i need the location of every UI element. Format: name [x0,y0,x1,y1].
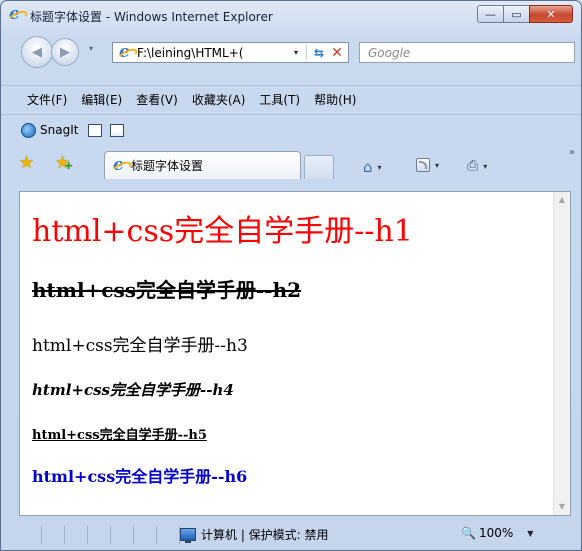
favorites-star-icon[interactable]: ★ [19,153,34,173]
print-button[interactable]: ⎙ ▾ [467,158,487,174]
feeds-button[interactable]: ▾ [416,158,439,172]
search-input[interactable]: Google [368,46,410,60]
status-bar: 计算机 | 保护模式: 禁用 🔍 100% ▼ [1,520,581,550]
scroll-down-icon[interactable]: ▼ [554,499,570,515]
chevron-down-icon[interactable]: ▾ [435,161,439,170]
minimize-button[interactable]: — [477,5,504,23]
address-row: ◀ ▶ ▾ F:\leining\HTML+( ▾ ⇆ ✕ Google [1,35,581,69]
page-icon [119,42,133,62]
title-bar: 标题字体设置 - Windows Internet Explorer — ▭ ✕ [1,1,581,31]
divider [1,85,581,86]
heading-h6: html+css完全自学手册--h6 [32,467,248,486]
scroll-up-icon[interactable]: ▲ [554,192,570,208]
zoom-level: 100% [478,526,514,540]
address-dropdown-icon[interactable]: ▾ [289,48,303,57]
menu-file[interactable]: 文件(F) [21,91,74,108]
back-button[interactable]: ◀ [21,36,53,68]
status-cell [88,526,111,544]
close-button[interactable]: ✕ [529,5,573,23]
home-icon: ⌂ [363,158,373,176]
window-controls: — ▭ ✕ [477,5,573,23]
restore-button[interactable]: ▭ [503,5,530,23]
menu-edit[interactable]: 编辑(E) [74,91,129,108]
forward-button[interactable]: ▶ [51,38,79,66]
heading-h4: html+css完全自学手册--h4 [32,381,234,399]
page-content: html+css完全自学手册--h1 html+css完全自学手册--h2 ht… [19,191,571,516]
new-tab-button[interactable] [304,155,334,179]
security-zone[interactable]: 计算机 | 保护模式: 禁用 [180,526,329,543]
status-cell [42,526,65,544]
plus-icon: + [64,159,74,172]
address-bar[interactable]: F:\leining\HTML+( ▾ ⇆ ✕ [112,42,349,63]
menu-bar: 文件(F) 编辑(E) 查看(V) 收藏夹(A) 工具(T) 帮助(H) [1,89,581,109]
zoom-control[interactable]: 🔍 100% ▼ [461,526,533,540]
zoom-dropdown-icon[interactable]: ▼ [527,529,533,538]
status-cell [19,526,42,544]
search-box[interactable]: Google [359,42,575,63]
heading-h3: html+css完全自学手册--h3 [32,336,248,356]
capture-edit-icon[interactable] [110,123,125,137]
status-cells [19,526,180,544]
status-cell [134,526,157,544]
snagit-toolbar: SnagIt [1,119,581,141]
zoom-icon: 🔍 [461,526,476,540]
address-input[interactable]: F:\leining\HTML+( [137,46,287,60]
stop-icon[interactable]: ✕ [328,45,346,61]
address-separator [306,45,307,60]
menu-view[interactable]: 查看(V) [129,91,185,108]
zone-text: 计算机 | 保护模式: 禁用 [201,528,329,542]
status-cell [111,526,134,544]
snagit-button[interactable]: SnagIt [40,123,78,137]
tab-active[interactable]: 标题字体设置 [104,151,301,179]
menu-favorites[interactable]: 收藏夹(A) [185,91,253,108]
feed-icon [416,158,430,172]
tab-label: 标题字体设置 [131,159,204,173]
browser-window: 标题字体设置 - Windows Internet Explorer — ▭ ✕… [0,0,582,551]
recent-pages-dropdown[interactable]: ▾ [89,44,93,53]
heading-h2: html+css完全自学手册--h2 [32,278,302,302]
capture-icon[interactable] [88,123,103,137]
status-cell [65,526,88,544]
menu-tools[interactable]: 工具(T) [252,91,307,108]
menu-help[interactable]: 帮助(H) [307,91,363,108]
chevron-down-icon[interactable]: ▾ [378,163,382,172]
ie-icon [9,4,25,24]
window-title: 标题字体设置 - Windows Internet Explorer [30,9,273,24]
divider [1,114,581,115]
home-button[interactable]: ⌂ ▾ [363,158,382,176]
computer-icon [180,528,196,543]
heading-h5: html+css完全自学手册--h5 [32,428,207,443]
heading-h1: html+css完全自学手册--h1 [32,214,413,249]
vertical-scrollbar[interactable]: ▲ ▼ [553,192,570,515]
chevron-down-icon[interactable]: ▾ [483,162,487,171]
add-favorite-icon[interactable]: ★ + [55,153,74,173]
more-commands-icon[interactable]: » [569,147,575,158]
status-cell [157,526,180,544]
refresh-icon[interactable]: ⇆ [310,46,328,60]
print-icon: ⎙ [467,158,479,174]
tab-page-icon [113,155,127,175]
tab-row: ★ ★+ 标题字体设置 ⌂ ▾ ▾ ⎙ ▾ » [1,147,581,183]
snagit-icon[interactable] [21,122,36,138]
